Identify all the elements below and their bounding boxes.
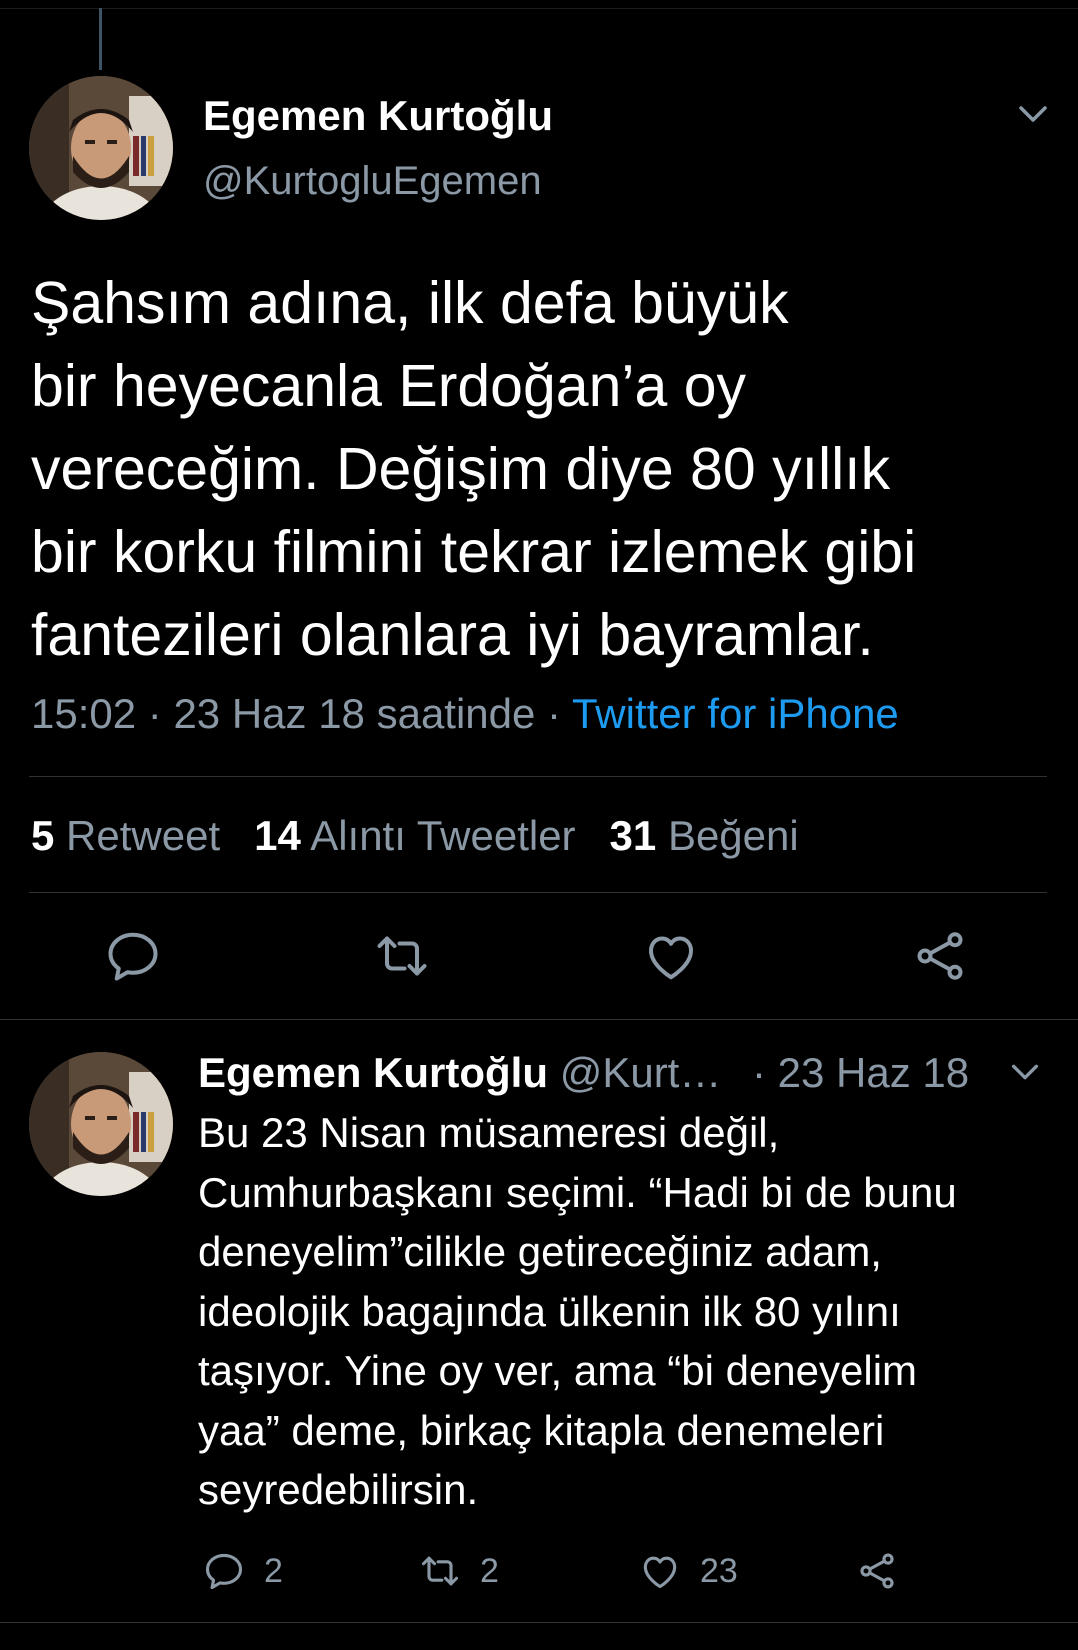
retweet-action[interactable]: 2 <box>418 1548 499 1594</box>
avatar[interactable] <box>29 76 173 220</box>
tweet-text-line: Şahsım adına, ilk defa büyük <box>31 270 789 336</box>
reply-icon[interactable] <box>103 926 163 986</box>
share-icon[interactable] <box>910 926 970 986</box>
retweet-icon <box>421 1556 459 1586</box>
reply-action[interactable]: 2 <box>202 1548 283 1594</box>
retweet-icon[interactable] <box>372 926 432 986</box>
reply-icon <box>205 1553 243 1590</box>
retweet-count: 2 <box>480 1551 499 1590</box>
like-icon[interactable] <box>641 926 701 986</box>
like-count: 31 <box>609 812 657 859</box>
tweet-text: Bu 23 Nisan müsameresi değil, Cumhurbaşk… <box>198 1103 1068 1520</box>
thread-connector-line <box>99 8 102 70</box>
divider <box>29 892 1047 893</box>
chevron-down-icon[interactable] <box>1008 1055 1042 1089</box>
like-action[interactable]: 23 <box>638 1548 738 1594</box>
quote-stat[interactable]: 14 Alıntı Tweetler <box>254 812 575 859</box>
tweet-text-line: vereceğim. Değişim diye 80 yıllık <box>31 436 891 502</box>
divider <box>0 1622 1078 1623</box>
tweet-date: 23 Haz 18 saatinde <box>173 690 536 737</box>
tweet-date[interactable]: · 23 Haz 18 <box>752 1049 969 1097</box>
tweet-time: 15:02 <box>31 690 137 737</box>
like-count: 23 <box>700 1551 738 1590</box>
like-icon <box>643 1556 677 1589</box>
divider <box>29 776 1047 777</box>
tweet-text-line: Bu 23 Nisan müsameresi değil, <box>198 1109 780 1156</box>
share-icon <box>860 1553 894 1589</box>
tweet-stats: 5 Retweet 14 Alıntı Tweetler 31 Beğeni <box>31 812 799 860</box>
like-label: Beğeni <box>667 812 799 859</box>
avatar[interactable] <box>29 1052 173 1196</box>
like-stat[interactable]: 31 Beğeni <box>610 812 799 859</box>
retweet-count: 5 <box>31 812 55 859</box>
tweet-text-line: taşıyor. Yine oy ver, ama “bi deneyelim <box>198 1347 918 1394</box>
tweet-text-line: seyredebilirsin. <box>198 1466 479 1513</box>
tweet-source-link[interactable]: Twitter for iPhone <box>572 690 899 737</box>
tweet-text-line: bir korku filmini tekrar izlemek gibi <box>31 519 917 585</box>
tweet-text: Şahsım adına, ilk defa büyük bir heyecan… <box>31 262 1061 677</box>
meta-separator: · <box>547 690 562 737</box>
reply-header: Egemen Kurtoğlu @Kurt… <box>198 1049 721 1097</box>
tweet-meta: 15:02 · 23 Haz 18 saatinde · Twitter for… <box>31 690 899 738</box>
author-name[interactable]: Egemen Kurtoğlu <box>203 92 553 140</box>
tweet-text-line: yaa” deme, birkaç kitapla denemeleri <box>198 1406 885 1454</box>
chevron-down-icon[interactable] <box>1015 96 1051 132</box>
tweet-text-line: deneyelim”cilikle getireceğiniz adam, <box>198 1228 882 1275</box>
retweet-label: Retweet <box>66 812 221 859</box>
quote-label: Alıntı Tweetler <box>310 812 576 859</box>
tweet-text-line: Cumhurbaşkanı seçimi. “Hadi bi de bunu <box>198 1168 957 1216</box>
meta-separator: · <box>147 690 162 737</box>
quote-count: 14 <box>254 812 301 859</box>
previous-tweet-edge <box>0 0 1078 9</box>
tweet-text-line: bir heyecanla Erdoğan’a oy <box>31 353 747 419</box>
tweet-text-line: ideolojik bagajında ülkenin ilk 80 yılın… <box>198 1287 901 1335</box>
author-name[interactable]: Egemen Kurtoğlu <box>198 1049 548 1096</box>
tweet-text-line: fantezileri olanlara iyi bayramlar. <box>31 602 874 668</box>
section-divider <box>0 1019 1078 1020</box>
retweet-stat[interactable]: 5 Retweet <box>31 812 220 859</box>
reply-count: 2 <box>264 1551 283 1590</box>
author-handle[interactable]: @KurtogluEgemen <box>203 159 542 204</box>
author-handle[interactable]: @Kurt… <box>560 1049 722 1096</box>
share-action[interactable] <box>855 1548 899 1594</box>
